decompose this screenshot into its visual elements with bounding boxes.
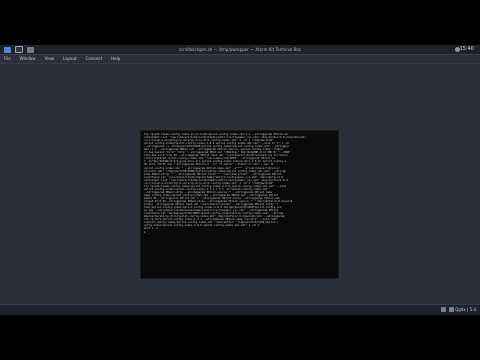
desktop-screen: scrollbackgen.sh — /tmp/pwrapper — Xterm… — [0, 45, 480, 315]
top-panel: scrollbackgen.sh — /tmp/pwrapper — Xterm… — [0, 45, 480, 55]
mode-indicator[interactable]: Qgdx | 5.4 — [455, 307, 476, 313]
status-bar: Qgdx | 5.4 — [0, 304, 480, 315]
menu-window[interactable]: Window — [20, 55, 36, 63]
window-title: scrollbackgen.sh — /tmp/pwrapper — Xterm… — [178, 47, 301, 52]
terminal-output: tty cp/gtk-theme-config.index src/1.9.8a… — [144, 133, 307, 234]
system-tray — [441, 307, 454, 312]
battery-icon[interactable] — [449, 307, 454, 312]
menu-view[interactable]: View — [44, 55, 54, 63]
terminal-workspace: tty cp/gtk-theme-config.index src/1.9.8a… — [0, 64, 480, 304]
menu-layout[interactable]: Layout — [63, 55, 77, 63]
menu-bar: File Window View Layout Connect Help — [0, 55, 480, 64]
volume-icon[interactable] — [441, 307, 446, 312]
terminal-window[interactable]: tty cp/gtk-theme-config.index src/1.9.8a… — [140, 130, 339, 279]
menu-file[interactable]: File — [4, 55, 11, 63]
clock[interactable]: 15:40 — [460, 46, 474, 53]
menu-connect[interactable]: Connect — [86, 55, 103, 63]
menu-help[interactable]: Help — [111, 55, 120, 63]
